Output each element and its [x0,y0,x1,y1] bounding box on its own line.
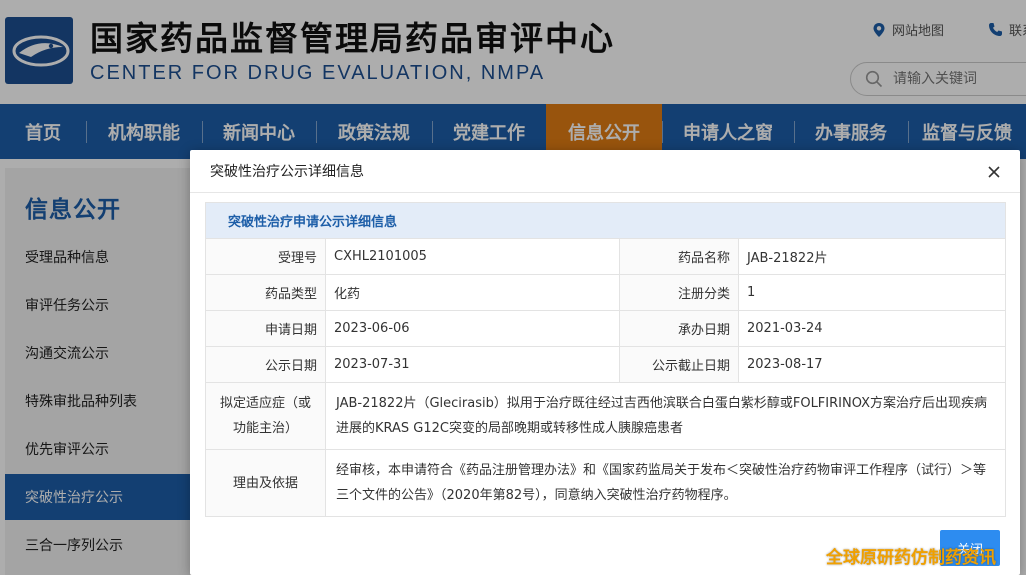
reg-class-value: 1 [737,274,1007,311]
reason-value: 经审核，本申请符合《药品注册管理办法》和《国家药监局关于发布＜突破性治疗药物审评… [324,449,1007,517]
table-caption: 突破性治疗申请公示详细信息 [204,202,1007,239]
drug-type-value: 化药 [325,274,620,311]
detail-table: 突破性治疗申请公示详细信息 受理号 CXHL2101005 药品名称 JAB-2… [204,202,1007,517]
deadline-value: 2023-08-17 [737,346,1007,383]
indication-value: JAB-21822片（Glecirasib）拟用于治疗既往经过吉西他滨联合白蛋白… [324,382,1007,450]
publish-date-value: 2023-07-31 [325,346,620,383]
drug-name-label: 药品名称 [619,238,739,275]
indication-label: 拟定适应症（或功能主治） [205,382,326,450]
reason-label: 理由及依据 [205,449,326,517]
apply-date-value: 2023-06-06 [325,310,620,347]
accept-no-value: CXHL2101005 [325,238,620,275]
publish-date-label: 公示日期 [205,346,326,383]
drug-name-value: JAB-21822片 [737,238,1007,275]
reg-class-label: 注册分类 [619,274,739,311]
modal-header: 突破性治疗公示详细信息 [190,150,1020,193]
detail-modal: 突破性治疗公示详细信息 突破性治疗申请公示详细信息 受理号 CXHL210100… [190,150,1020,575]
close-icon[interactable] [984,162,1004,182]
deadline-label: 公示截止日期 [619,346,739,383]
drug-type-label: 药品类型 [205,274,326,311]
undertake-date-value: 2021-03-24 [737,310,1007,347]
modal-title: 突破性治疗公示详细信息 [210,164,364,180]
undertake-date-label: 承办日期 [619,310,739,347]
modal-body: 突破性治疗申请公示详细信息 受理号 CXHL2101005 药品名称 JAB-2… [204,202,1007,517]
accept-no-label: 受理号 [205,238,326,275]
watermark-text: 全球原研药仿制药资讯 [826,548,996,568]
apply-date-label: 申请日期 [205,310,326,347]
